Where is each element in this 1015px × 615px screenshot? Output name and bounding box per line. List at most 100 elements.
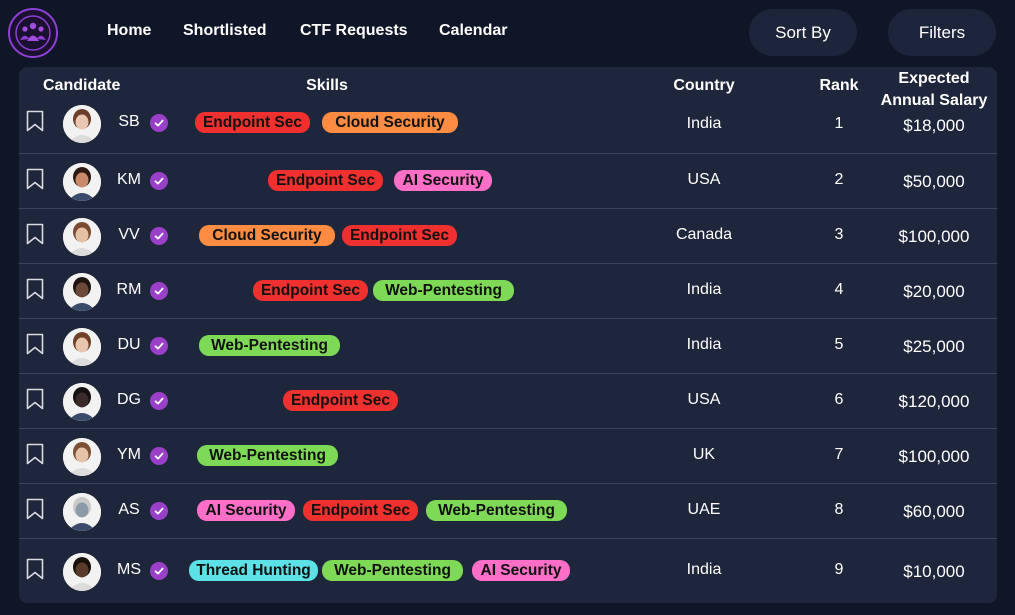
candidates-table: Candidate Skills Country Rank Expected A… [19, 67, 997, 603]
salary-cell: $120,000 [898, 392, 970, 411]
country-cell: Canada [675, 226, 733, 243]
country-cell: UK [692, 446, 716, 463]
salary-cell: $60,000 [903, 502, 965, 521]
header-salary: Expected Annual Salary [880, 70, 988, 109]
verified-check-icon [150, 337, 168, 355]
skill-tag: Web-Pentesting [426, 500, 567, 521]
rank-cell: 1 [834, 115, 844, 132]
candidate-initials[interactable]: YM [111, 446, 147, 464]
people-network-logo-icon [15, 15, 51, 51]
bookmark-icon[interactable] [26, 168, 44, 190]
skill-tag: Endpoint Sec [195, 112, 310, 133]
rank-cell: 5 [834, 336, 844, 353]
table-row[interactable]: MS Thread Hunting Web-Pentesting AI Securit… [19, 539, 997, 603]
table-row[interactable]: VV Cloud Security Endpoint Sec Canada 3 $100,… [19, 209, 997, 264]
salary-cell: $100,000 [898, 227, 970, 246]
candidate-initials[interactable]: MS [111, 561, 147, 579]
country-cell: USA [687, 391, 721, 408]
skill-tag: AI Security [472, 560, 570, 581]
rank-cell: 4 [834, 281, 844, 298]
verified-check-icon [150, 562, 168, 580]
table-row[interactable]: DU Web-Pentesting India 5 $25,000 [19, 319, 997, 374]
skill-tag: Web-Pentesting [373, 280, 514, 301]
rank-cell: 3 [834, 226, 844, 243]
salary-cell: $25,000 [903, 337, 965, 356]
nav-home[interactable]: Home [107, 22, 151, 40]
table-row[interactable]: SB Endpoint Sec Cloud Security India 1 $18,00… [19, 105, 997, 154]
country-cell: USA [687, 171, 721, 188]
salary-cell: $18,000 [903, 116, 965, 135]
skill-tag: Endpoint Sec [303, 500, 418, 521]
avatar [63, 553, 101, 591]
skill-tag: Cloud Security [322, 112, 458, 133]
skill-tag: Cloud Security [199, 225, 335, 246]
bookmark-icon[interactable] [26, 223, 44, 245]
table-row[interactable]: KM Endpoint Sec AI Security USA 2 $50,000 [19, 154, 997, 209]
candidate-initials[interactable]: DG [111, 391, 147, 409]
bookmark-icon[interactable] [26, 278, 44, 300]
skill-tag: Endpoint Sec [268, 170, 383, 191]
header-skills: Skills [306, 77, 348, 94]
skill-tag: Web-Pentesting [322, 560, 463, 581]
avatar [63, 218, 101, 256]
header-country: Country [673, 77, 735, 94]
bookmark-icon[interactable] [26, 333, 44, 355]
sort-by-button[interactable]: Sort By [749, 9, 857, 56]
candidate-initials[interactable]: DU [111, 336, 147, 354]
skill-tag: AI Security [197, 500, 295, 521]
salary-cell: $50,000 [903, 172, 965, 191]
avatar [63, 493, 101, 531]
rank-cell: 6 [834, 391, 844, 408]
avatar [63, 163, 101, 201]
candidate-initials[interactable]: AS [111, 501, 147, 519]
bookmark-icon[interactable] [26, 110, 44, 132]
country-cell: India [686, 281, 722, 298]
candidate-initials[interactable]: KM [111, 171, 147, 189]
verified-check-icon [150, 502, 168, 520]
bookmark-icon[interactable] [26, 443, 44, 465]
skill-tag: Endpoint Sec [342, 225, 457, 246]
verified-check-icon [150, 392, 168, 410]
avatar [63, 273, 101, 311]
avatar [63, 383, 101, 421]
avatar [63, 438, 101, 476]
country-cell: UAE [687, 501, 721, 518]
skill-tag: Web-Pentesting [197, 445, 338, 466]
salary-cell: $10,000 [903, 562, 965, 581]
bookmark-icon[interactable] [26, 388, 44, 410]
candidate-initials[interactable]: SB [111, 113, 147, 131]
verified-check-icon [150, 282, 168, 300]
country-cell: India [686, 115, 722, 132]
header-candidate: Candidate [43, 77, 121, 94]
skill-tag: Endpoint Sec [253, 280, 368, 301]
salary-cell: $20,000 [903, 282, 965, 301]
country-cell: India [686, 561, 722, 578]
skill-tag: Web-Pentesting [199, 335, 340, 356]
skill-tag: Thread Hunting [189, 560, 318, 581]
bookmark-icon[interactable] [26, 558, 44, 580]
logo[interactable] [8, 8, 58, 58]
avatar [63, 105, 101, 143]
table-row[interactable]: YM Web-Pentesting UK 7 $100,000 [19, 429, 997, 484]
table-row[interactable]: RM Endpoint Sec Web-Pentesting India 4 $20,00… [19, 264, 997, 319]
rank-cell: 2 [834, 171, 844, 188]
avatar [63, 328, 101, 366]
rank-cell: 7 [834, 446, 844, 463]
bookmark-icon[interactable] [26, 498, 44, 520]
table-row[interactable]: DG Endpoint Sec USA 6 $120,000 [19, 374, 997, 429]
verified-check-icon [150, 114, 168, 132]
skill-tag: AI Security [394, 170, 492, 191]
table-row[interactable]: AS AI Security Endpoint Sec Web-Pentesting U… [19, 484, 997, 539]
filters-button[interactable]: Filters [888, 9, 996, 56]
country-cell: India [686, 336, 722, 353]
nav-shortlisted[interactable]: Shortlisted [183, 22, 267, 40]
candidate-initials[interactable]: VV [111, 226, 147, 244]
candidate-initials[interactable]: RM [111, 281, 147, 299]
nav-ctf-requests[interactable]: CTF Requests [300, 22, 408, 40]
verified-check-icon [150, 447, 168, 465]
nav-calendar[interactable]: Calendar [439, 22, 507, 40]
verified-check-icon [150, 227, 168, 245]
skill-tag: Endpoint Sec [283, 390, 398, 411]
verified-check-icon [150, 172, 168, 190]
rank-cell: 8 [834, 501, 844, 518]
